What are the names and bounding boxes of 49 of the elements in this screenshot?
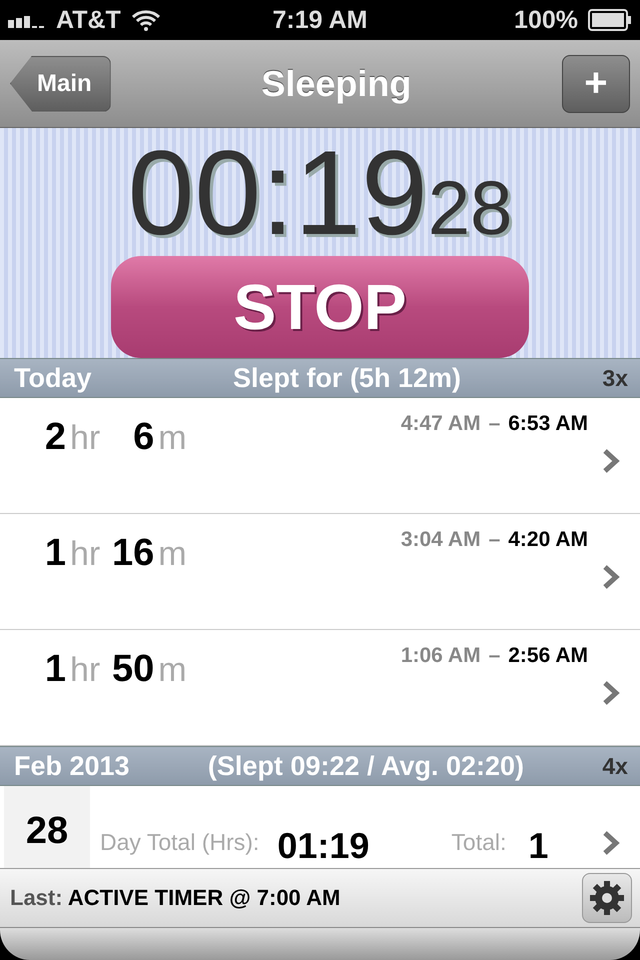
end-time: 4:20 AM [508,528,588,552]
chevron-icon [602,680,620,706]
battery-percent: 100% [514,6,578,34]
section-count: 3x [602,364,628,392]
end-time: 2:56 AM [508,644,588,668]
section-summary: (Slept 09:22 / Avg. 02:20) [208,750,524,782]
add-button[interactable]: + [562,54,630,112]
time-dash: – [488,644,500,668]
last-activity: Last: ACTIVE TIMER @ 7:00 AM [10,885,340,911]
stop-button[interactable]: STOP [111,256,529,358]
total-label: Total: [451,828,506,856]
hours-unit: hr [70,535,100,574]
time-dash: – [488,528,500,552]
time-dash: – [488,412,500,436]
hours-value: 2 [44,416,66,459]
settings-icon [589,880,625,916]
minutes-value: 50 [110,648,154,691]
clock-time: 7:19 AM [272,6,368,34]
hours-unit: hr [70,419,100,458]
battery-icon [588,9,632,31]
wifi-icon [130,9,161,31]
minutes-unit: m [158,535,187,574]
section-summary: Slept for (5h 12m) [232,362,461,394]
carrier-name: AT&T [56,6,121,34]
section-count: 4x [602,752,628,780]
timer-seconds: 28 [428,165,512,252]
total-value: 1 [528,825,548,867]
chevron-icon [602,830,620,856]
start-time: 3:04 AM [400,528,481,552]
minutes-unit: m [158,651,187,690]
chevron-icon [602,448,620,474]
day-number: 28 [26,810,68,854]
chevron-icon [602,564,620,590]
minutes-unit: m [158,419,187,458]
section-title: Today [14,362,92,394]
day-total-value: 01:19 [277,825,370,867]
screen-title: Sleeping [261,62,412,104]
settings-button[interactable] [582,873,632,923]
back-button[interactable]: Main [10,56,111,112]
section-title: Feb 2013 [14,750,130,782]
minutes-value: 6 [132,416,154,459]
day-total-label: Day Total (Hrs): [100,828,260,856]
minutes-value: 16 [110,532,154,575]
end-time: 6:53 AM [508,412,588,436]
start-time: 1:06 AM [400,644,481,668]
hours-value: 1 [44,648,66,691]
hours-unit: hr [70,651,100,690]
start-time: 4:47 AM [400,412,481,436]
hours-value: 1 [44,532,66,575]
